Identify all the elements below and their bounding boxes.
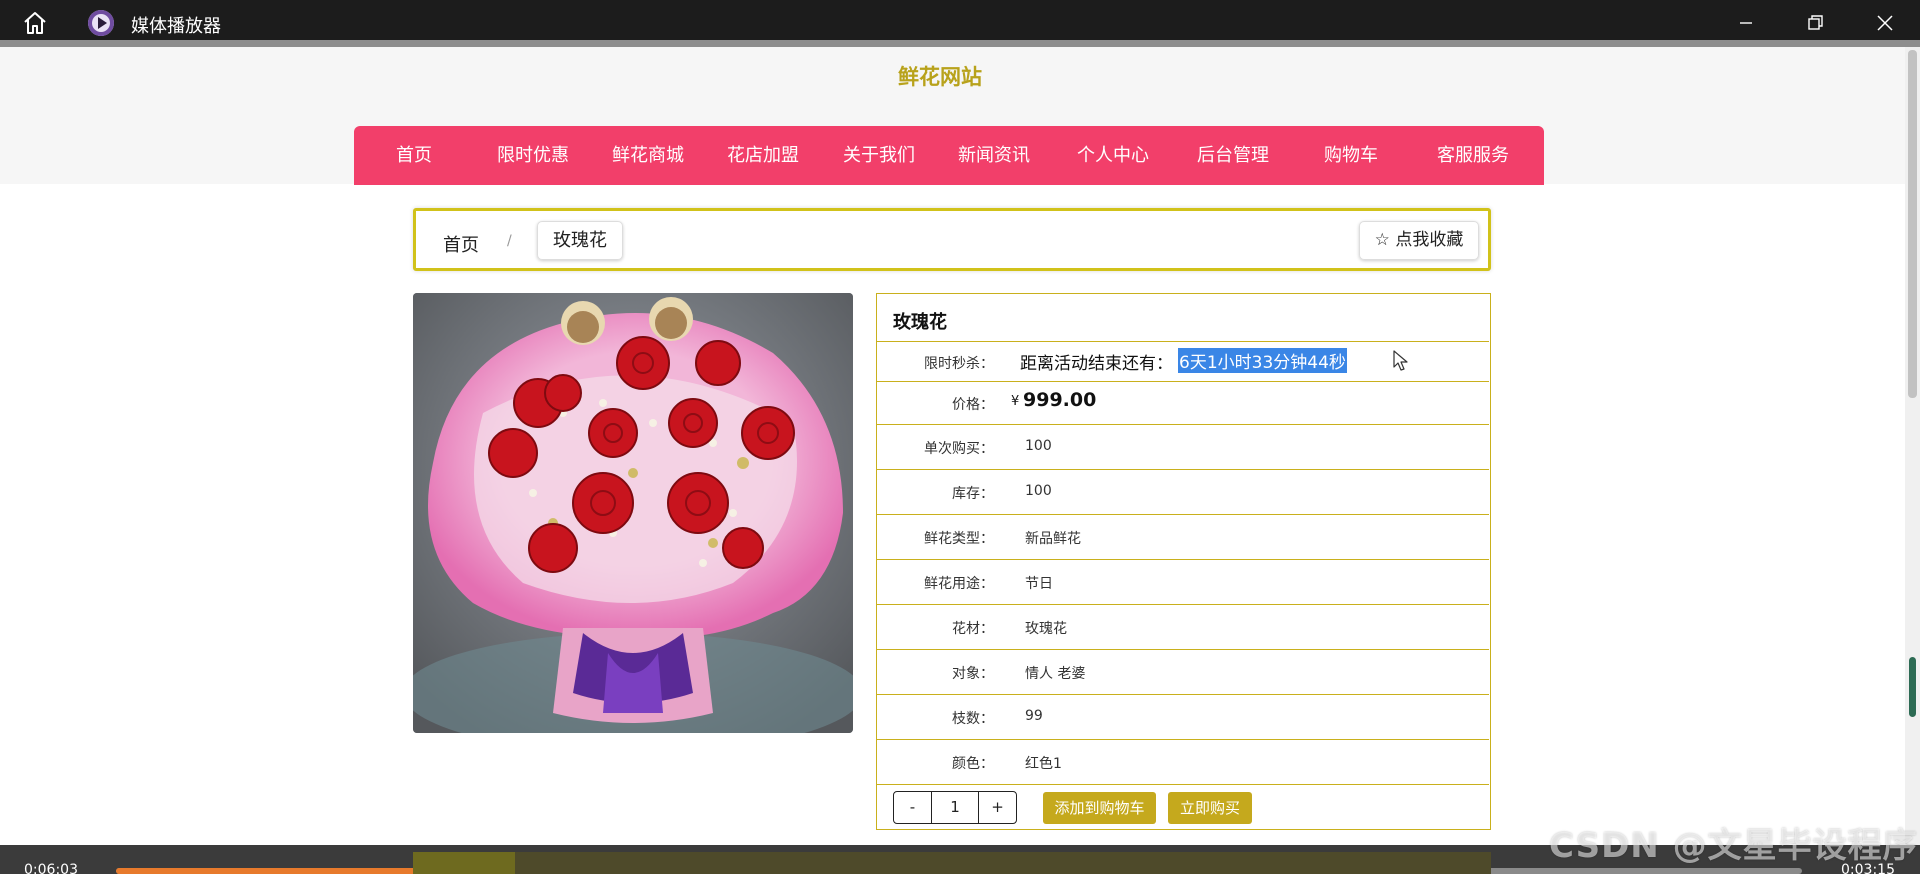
countdown-value: 6天1小时33分钟44秒 xyxy=(1178,348,1347,373)
detail-row: 花材： 玫瑰花 xyxy=(877,604,1489,649)
detail-label: 颜色： xyxy=(952,756,994,772)
quantity-increase-button[interactable]: + xyxy=(978,792,1016,823)
detail-value: 红色1 xyxy=(1025,756,1062,772)
nav-item-limited-offer[interactable]: 限时优惠 xyxy=(473,126,593,185)
page-bottom-strip-segment xyxy=(413,852,515,874)
detail-label: 枝数： xyxy=(952,711,994,727)
vertical-scrollbar[interactable] xyxy=(1905,47,1920,845)
quantity-decrease-button[interactable]: - xyxy=(894,792,932,823)
detail-label: 鲜花类型： xyxy=(924,531,994,547)
restore-icon[interactable] xyxy=(1800,8,1830,38)
minimize-icon[interactable] xyxy=(1731,8,1761,38)
detail-value: 100 xyxy=(1025,438,1052,454)
price-currency: ¥ xyxy=(1011,394,1020,409)
detail-label: 对象： xyxy=(952,666,994,682)
quantity-stepper: - 1 + xyxy=(893,791,1017,824)
detail-row: 库存： 100 xyxy=(877,469,1489,514)
favorite-button[interactable]: ☆ 点我收藏 xyxy=(1359,221,1479,260)
detail-row: 鲜花类型： 新品鲜花 xyxy=(877,514,1489,559)
window-title: 媒体播放器 xyxy=(131,16,221,37)
main-nav: 首页 限时优惠 鲜花商城 花店加盟 关于我们 新闻资讯 个人中心 后台管理 购物… xyxy=(354,126,1544,185)
close-icon[interactable] xyxy=(1870,8,1900,38)
nav-item-franchise[interactable]: 花店加盟 xyxy=(703,126,823,185)
price-row: 价格： ¥ 999.00 xyxy=(877,381,1489,424)
scrollbar-thumb[interactable] xyxy=(1908,50,1917,398)
mouse-cursor-icon xyxy=(1392,350,1410,372)
detail-value: 玫瑰花 xyxy=(1025,621,1067,637)
buy-now-button[interactable]: 立即购买 xyxy=(1168,792,1252,824)
product-details-panel: 玫瑰花 限时秒杀： 距离活动结束还有： 6天1小时33分钟44秒 价格： ¥ 9… xyxy=(876,293,1491,830)
detail-value: 节日 xyxy=(1025,576,1053,592)
elapsed-time: 0:06:03 xyxy=(24,862,78,874)
nav-item-news[interactable]: 新闻资讯 xyxy=(934,126,1054,185)
detail-row: 对象： 情人 老婆 xyxy=(877,649,1489,694)
title-divider xyxy=(0,40,1920,47)
nav-item-customer-service[interactable]: 客服服务 xyxy=(1413,126,1533,185)
detail-label: 单次购买： xyxy=(924,441,994,457)
detail-value: 新品鲜花 xyxy=(1025,531,1081,547)
nav-item-cart[interactable]: 购物车 xyxy=(1291,126,1411,185)
home-icon[interactable] xyxy=(22,10,48,36)
row-divider xyxy=(877,784,1489,785)
breadcrumb-separator: / xyxy=(507,233,512,249)
detail-value: 100 xyxy=(1025,483,1052,499)
detail-value: 情人 老婆 xyxy=(1025,666,1086,682)
quantity-input[interactable]: 1 xyxy=(932,792,978,823)
detail-row: 单次购买： 100 xyxy=(877,424,1489,469)
volume-indicator xyxy=(1909,657,1916,717)
product-name: 玫瑰花 xyxy=(893,312,947,333)
breadcrumb: 首页 / 玫瑰花 ☆ 点我收藏 xyxy=(413,208,1491,271)
media-player-icon xyxy=(88,10,114,36)
detail-row: 颜色： 红色1 xyxy=(877,739,1489,784)
page-bottom-strip xyxy=(413,852,1491,874)
detail-row: 枝数： 99 xyxy=(877,694,1489,739)
breadcrumb-home[interactable]: 首页 xyxy=(443,231,479,257)
site-title: 鲜花网站 xyxy=(898,65,982,89)
nav-item-flower-mall[interactable]: 鲜花商城 xyxy=(588,126,708,185)
nav-item-home[interactable]: 首页 xyxy=(354,126,474,185)
countdown-label: 限时秒杀： xyxy=(924,356,994,372)
nav-item-about[interactable]: 关于我们 xyxy=(819,126,939,185)
product-image xyxy=(413,293,853,733)
detail-row: 鲜花用途： 节日 xyxy=(877,559,1489,604)
countdown-prefix: 距离活动结束还有： xyxy=(1020,354,1173,374)
price-value: 999.00 xyxy=(1023,389,1097,411)
breadcrumb-current[interactable]: 玫瑰花 xyxy=(537,221,623,260)
nav-item-personal-center[interactable]: 个人中心 xyxy=(1053,126,1173,185)
detail-label: 库存： xyxy=(952,486,994,502)
nav-item-admin[interactable]: 后台管理 xyxy=(1173,126,1293,185)
price-label: 价格： xyxy=(952,397,994,413)
watermark: CSDN @文星毕设程序 xyxy=(1549,826,1918,866)
detail-label: 花材： xyxy=(952,621,994,637)
detail-value: 99 xyxy=(1025,708,1043,724)
detail-label: 鲜花用途： xyxy=(924,576,994,592)
add-to-cart-button[interactable]: 添加到购物车 xyxy=(1043,792,1156,824)
